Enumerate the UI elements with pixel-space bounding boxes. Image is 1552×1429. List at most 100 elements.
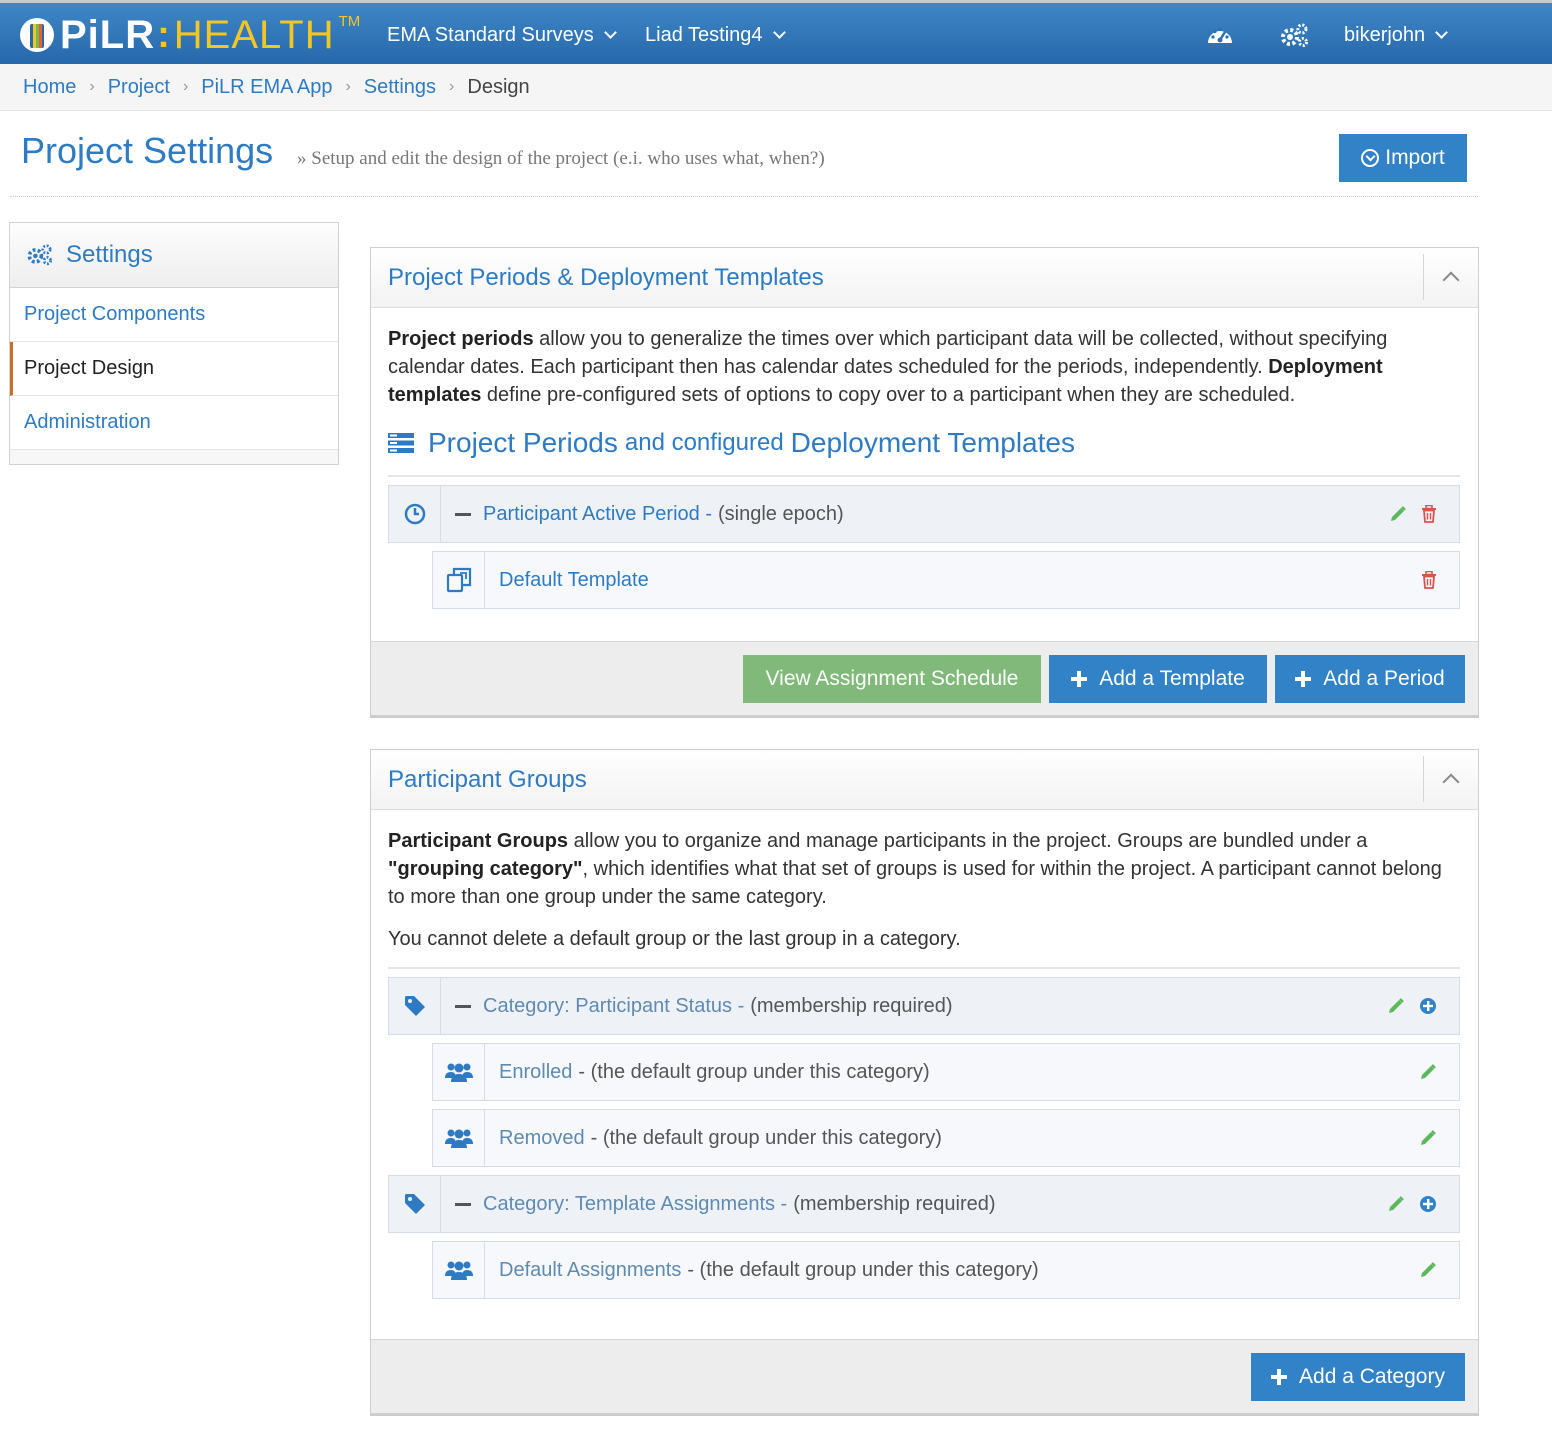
group-row-text: Default Assignments - (the default group… [485,1256,1039,1284]
period-actions [1389,486,1437,542]
groups-note: You cannot delete a default group or the… [388,928,961,950]
desc-text: allow you to organize and manage partici… [568,830,1368,852]
group-note: - (the default group under this category… [578,1061,930,1083]
add-circle-icon[interactable] [1419,1195,1437,1213]
category-note: (membership required) [793,1193,996,1215]
project-menu-label: EMA Standard Surveys [387,23,594,46]
template-actions [1421,552,1437,608]
add-template-button[interactable]: Add a Template [1049,654,1267,703]
collapse-chevron-up-icon[interactable] [1423,756,1478,802]
collapse-chevron-up-icon[interactable] [1423,254,1478,300]
desc-text: allow you to generalize the times over w… [388,328,1388,378]
add-period-button[interactable]: Add a Period [1275,654,1465,703]
button-label: View Assignment Schedule [765,666,1019,690]
add-category-button[interactable]: Add a Category [1251,1352,1465,1401]
sidebar-item-project-design[interactable]: Project Design [10,342,338,396]
settings-gears-icon [27,244,52,266]
periods-panel-body: Project periods allow you to generalize … [371,308,1478,609]
dashboard-icon[interactable] [1206,3,1234,67]
group-actions [1419,1110,1437,1166]
period-name-link[interactable]: Participant Active Period - [483,500,712,528]
pencil-edit-icon[interactable] [1419,1261,1437,1279]
collapse-minus-icon[interactable] [455,512,471,516]
pencil-edit-icon[interactable] [1387,1195,1405,1213]
pencil-edit-icon[interactable] [1419,1129,1437,1147]
desc-bold-text: Participant Groups [388,830,569,852]
pencil-edit-icon[interactable] [1389,505,1407,523]
import-arrow-icon [1361,149,1380,167]
study-menu-dropdown[interactable]: Liad Testing4 [645,3,786,67]
period-row-text: Participant Active Period - (single epoc… [441,500,844,528]
page-title: Project Settings [21,130,274,171]
groups-panel-header: Participant Groups [371,750,1478,810]
view-assignment-schedule-button[interactable]: View Assignment Schedule [743,654,1041,703]
category-name-link[interactable]: Category: Template Assignments - [483,1190,787,1218]
logo-name-right: HEALTH [173,12,335,57]
user-menu-dropdown[interactable]: bikerjohn [1344,3,1449,67]
import-label: Import [1385,146,1445,169]
users-group-icon [433,1044,485,1100]
sidebar-item-label: Project Components [24,303,206,325]
group-actions [1419,1044,1437,1100]
desc-text: define pre-configured sets of options to… [481,384,1296,406]
category-note: (membership required) [750,995,953,1017]
logo-separator: : [157,13,170,56]
breadcrumb-settings[interactable]: Settings [364,76,436,99]
breadcrumb-current: Design [467,75,530,98]
logo-name-left: PiLR [60,12,156,57]
button-label: Add a Period [1323,666,1445,690]
collapse-minus-icon[interactable] [455,1004,471,1008]
breadcrumb-separator: › [182,78,189,95]
group-name-link[interactable]: Enrolled [499,1058,572,1086]
settings-gears-icon[interactable] [1280,3,1310,67]
breadcrumb-app[interactable]: PiLR EMA App [201,76,332,99]
groups-panel: Participant Groups Participant Groups al… [370,749,1479,1414]
plus-icon [1271,1368,1288,1385]
copy-template-icon [433,552,485,608]
sidebar-item-administration[interactable]: Administration [10,396,338,450]
period-note: (single epoch) [718,503,844,525]
project-menu-dropdown[interactable]: EMA Standard Surveys [387,3,617,67]
category-name-link[interactable]: Category: Participant Status - [483,992,744,1020]
logo-mark-icon [20,18,54,52]
import-button[interactable]: Import [1339,134,1467,182]
pencil-edit-icon[interactable] [1387,997,1405,1015]
section-title-part: Project Periods [428,427,618,458]
breadcrumb-home[interactable]: Home [23,76,76,99]
breadcrumb-project[interactable]: Project [108,76,170,99]
breadcrumb-separator: › [449,78,455,95]
add-circle-icon[interactable] [1419,997,1437,1015]
category-actions [1387,1176,1437,1232]
group-name-link[interactable]: Default Assignments [499,1256,681,1284]
template-row-text: Default Template [485,566,649,594]
group-row-text: Removed - (the default group under this … [485,1124,942,1152]
periods-panel: Project Periods & Deployment Templates P… [370,247,1479,716]
section-divider [388,475,1460,477]
collapse-minus-icon[interactable] [455,1202,471,1206]
groups-panel-footer: Add a Category [371,1339,1478,1413]
page-subtitle: » Setup and edit the design of the proje… [297,148,825,169]
periods-panel-footer: View Assignment Schedule Add a Template … [371,641,1478,715]
group-row: Default Assignments - (the default group… [432,1241,1460,1299]
pencil-edit-icon[interactable] [1419,1063,1437,1081]
sidebar-item-project-components[interactable]: Project Components [10,288,338,342]
template-name-link[interactable]: Default Template [499,566,649,594]
sidebar-item-label: Project Design [24,357,155,379]
users-group-icon [433,1110,485,1166]
breadcrumb-separator: › [345,78,351,95]
sidebar-title: Settings [66,241,153,268]
section-title-part: Deployment Templates [790,427,1075,458]
periods-panel-title: Project Periods & Deployment Templates [388,263,824,291]
periods-description: Project periods allow you to generalize … [388,325,1460,409]
button-label: Add a Category [1299,1364,1445,1388]
sidebar-header: Settings [10,223,338,288]
group-actions [1419,1242,1437,1298]
chevron-down-icon [1435,25,1449,39]
users-group-icon [433,1242,485,1298]
group-note: - (the default group under this category… [687,1259,1039,1281]
group-name-link[interactable]: Removed [499,1124,585,1152]
period-row: Participant Active Period - (single epoc… [388,485,1460,543]
trash-icon[interactable] [1421,571,1437,589]
pilr-health-logo[interactable]: PiLR : HEALTH TM [20,9,360,61]
trash-icon[interactable] [1421,505,1437,523]
